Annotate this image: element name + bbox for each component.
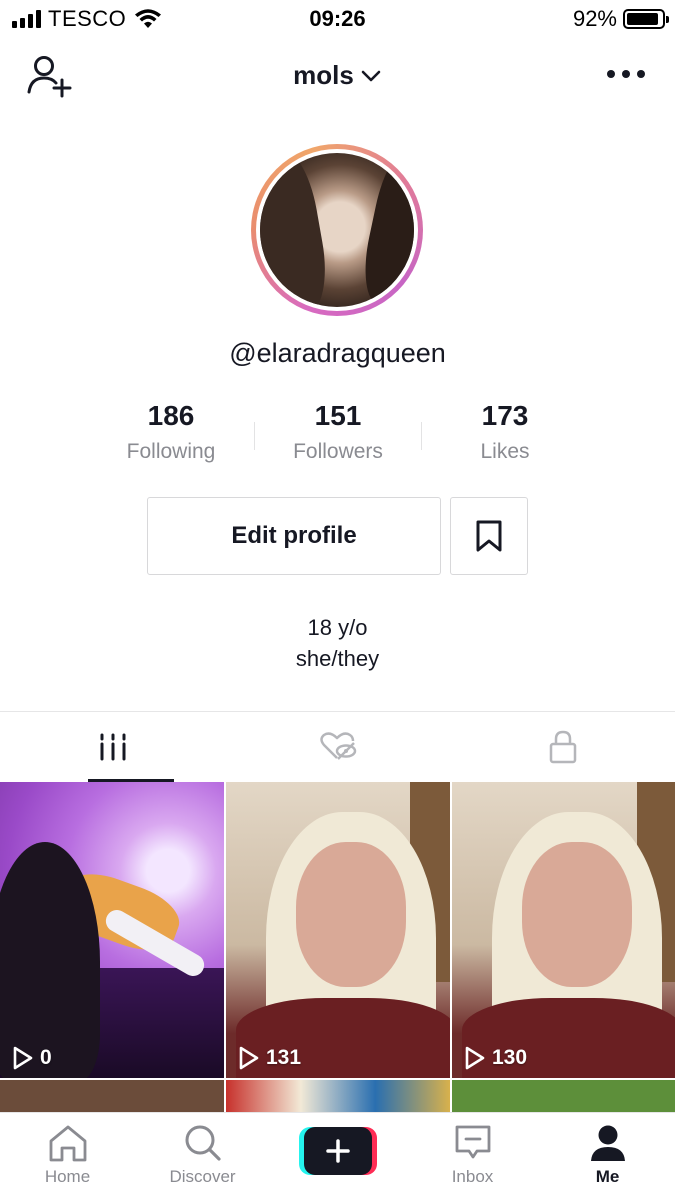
- battery-icon: [623, 9, 669, 29]
- play-icon: [239, 1046, 259, 1070]
- status-right: 92%: [572, 6, 669, 32]
- battery-percent: 92%: [572, 6, 617, 31]
- stat-label: Likes: [480, 440, 530, 463]
- avatar-photo: [260, 153, 414, 307]
- stat-value: 151: [314, 400, 362, 431]
- username-handle: @elaradragqueen: [229, 338, 446, 368]
- video-grid: 0 131 130: [0, 782, 675, 1112]
- video-thumbnail[interactable]: [0, 1080, 224, 1112]
- video-thumbnail[interactable]: 131: [226, 782, 450, 1078]
- bio-line: she/they: [295, 646, 380, 671]
- view-count-value: 0: [40, 1046, 52, 1069]
- view-count: 0: [12, 1046, 52, 1070]
- bio: 18 y/o she/they: [0, 612, 675, 674]
- bio-line: 18 y/o: [307, 615, 368, 640]
- inbox-icon: [455, 1125, 490, 1159]
- page-title: mols: [293, 60, 354, 90]
- stat-value: 186: [147, 400, 195, 431]
- nav-discover[interactable]: Discover: [135, 1113, 270, 1200]
- profile-stats: 186 Following 151 Followers 173 Likes: [88, 400, 588, 470]
- nav-label: Inbox: [451, 1167, 494, 1186]
- favorites-button[interactable]: [450, 497, 528, 575]
- play-icon: [465, 1046, 485, 1070]
- play-icon: [13, 1046, 33, 1070]
- stat-label: Followers: [293, 440, 383, 463]
- lock-icon: [549, 730, 576, 764]
- edit-profile-button[interactable]: Edit profile: [147, 497, 441, 575]
- view-count-value: 131: [266, 1046, 302, 1069]
- video-thumbnail[interactable]: 130: [452, 782, 675, 1078]
- nav-inbox[interactable]: Inbox: [405, 1113, 540, 1200]
- bookmark-icon: [476, 520, 502, 552]
- avatar[interactable]: [251, 144, 423, 316]
- create-plus-icon: [298, 1127, 377, 1175]
- video-thumbnail[interactable]: [452, 1080, 675, 1112]
- profile-header: mols: [0, 48, 675, 104]
- view-count: 131: [238, 1046, 301, 1070]
- videos-grid-icon: [100, 733, 125, 761]
- status-bar: TESCO 09:26 92%: [0, 0, 675, 38]
- stat-likes[interactable]: 173 Likes: [422, 400, 588, 470]
- profile-icon: [590, 1125, 625, 1161]
- chevron-down-icon: [361, 70, 381, 81]
- nav-label: Home: [44, 1167, 91, 1186]
- tab-liked[interactable]: [225, 712, 450, 782]
- video-thumbnail[interactable]: 0: [0, 782, 224, 1078]
- home-icon: [49, 1125, 86, 1162]
- bottom-navigation: Home Discover Inbox Me: [0, 1112, 675, 1200]
- nav-label: Discover: [169, 1167, 236, 1186]
- tab-videos[interactable]: [0, 712, 225, 782]
- nav-label: Me: [595, 1167, 620, 1186]
- profile-tabs: [0, 712, 675, 782]
- tab-private[interactable]: [450, 712, 675, 782]
- nav-home[interactable]: Home: [0, 1113, 135, 1200]
- stat-value: 173: [481, 400, 529, 431]
- account-switcher[interactable]: mols: [0, 60, 675, 91]
- liked-hidden-icon: [319, 732, 356, 760]
- nav-me[interactable]: Me: [540, 1113, 675, 1200]
- more-icon[interactable]: [607, 70, 645, 78]
- video-thumbnail[interactable]: [226, 1080, 450, 1112]
- nav-create[interactable]: [270, 1113, 405, 1200]
- stat-followers[interactable]: 151 Followers: [255, 400, 421, 470]
- view-count: 130: [464, 1046, 527, 1070]
- stat-label: Following: [126, 440, 216, 463]
- search-icon: [185, 1125, 221, 1161]
- stat-following[interactable]: 186 Following: [88, 400, 254, 470]
- view-count-value: 130: [492, 1046, 528, 1069]
